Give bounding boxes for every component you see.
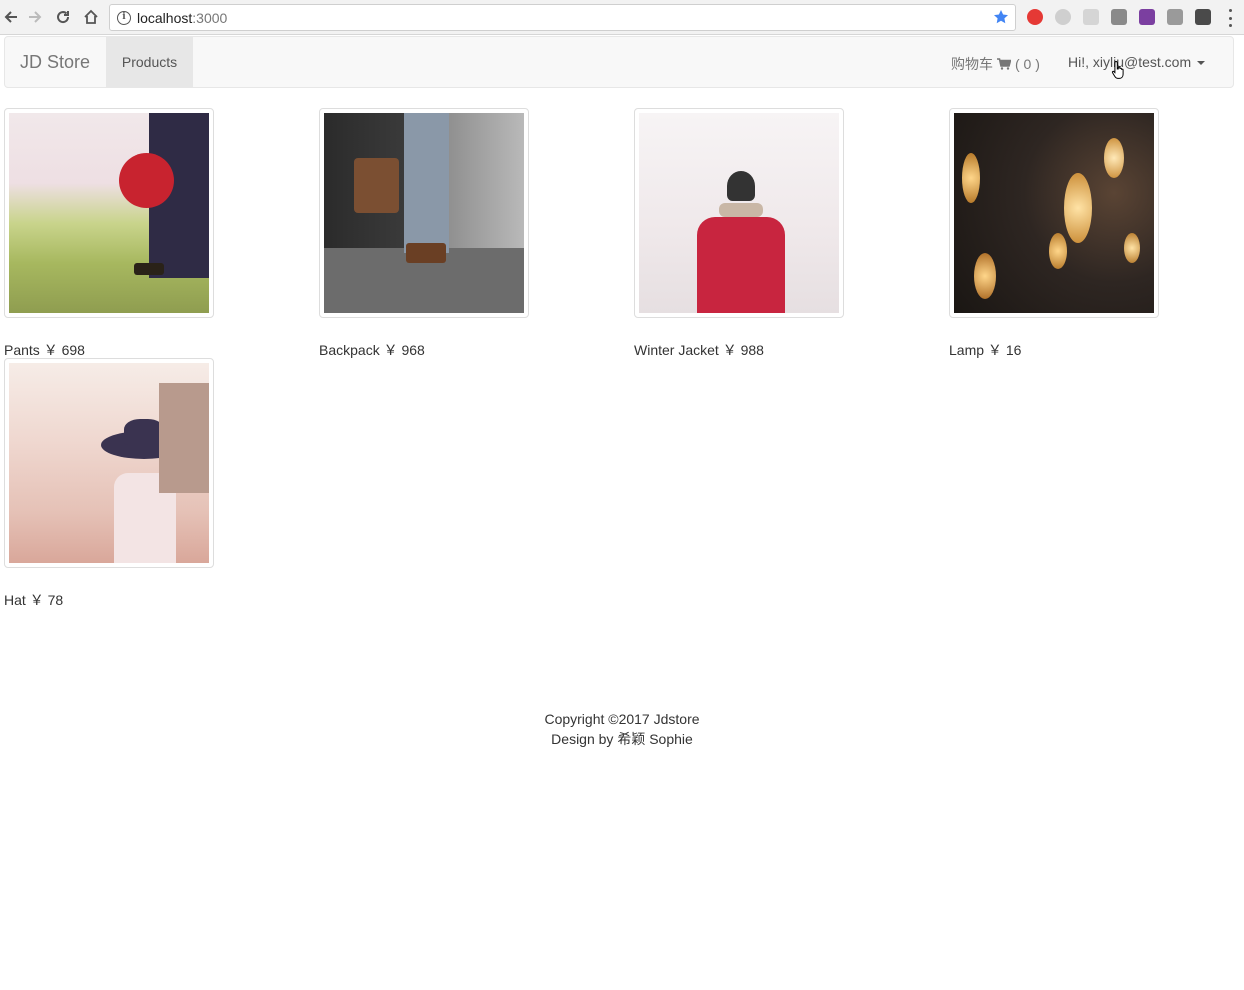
browser-menu-icon[interactable] (1226, 9, 1234, 27)
shopping-cart-icon (997, 58, 1011, 70)
site-navbar: JD Store Products 购物车 ( 0 ) Hi!, xiyliu@… (4, 36, 1234, 88)
product-thumbnail[interactable] (319, 108, 529, 318)
product-name[interactable]: Backpack (319, 342, 380, 358)
product-thumbnail[interactable] (4, 108, 214, 318)
winter-jacket-image (639, 113, 839, 313)
product-caption: Pants ￥ 698 (4, 340, 85, 360)
product-currency: ￥ (29, 592, 44, 608)
product-thumbnail[interactable] (634, 108, 844, 318)
home-icon[interactable] (80, 6, 102, 28)
product-caption: Winter Jacket ￥ 988 (634, 340, 764, 360)
product-price: 968 (401, 342, 425, 358)
cart-link[interactable]: 购物车 ( 0 ) (951, 54, 1040, 74)
product-thumbnail[interactable] (4, 358, 214, 568)
product-name[interactable]: Hat (4, 592, 26, 608)
user-greeting: Hi!, xiyliu@test.com (1068, 54, 1192, 70)
address-bar[interactable]: i localhost:3000 (109, 4, 1016, 31)
product-currency: ￥ (987, 342, 1002, 358)
camera-extension-icon[interactable] (1167, 9, 1183, 25)
skype-extension-icon[interactable] (1055, 9, 1071, 25)
nav-products-link[interactable]: Products (106, 37, 193, 87)
note-extension-icon[interactable] (1111, 9, 1127, 25)
backpack-image (324, 113, 524, 313)
product-price: 698 (61, 342, 85, 358)
caret-down-icon (1197, 61, 1206, 65)
footer-design-credit: Design by 希颖 Sophie (551, 731, 693, 747)
reload-icon[interactable] (52, 6, 74, 28)
product-name[interactable]: Pants (4, 342, 40, 358)
info-icon[interactable]: i (117, 11, 131, 25)
pants-image (9, 113, 209, 313)
back-arrow-icon[interactable] (0, 6, 22, 28)
hand-pointer-cursor-icon (1111, 60, 1124, 79)
product-caption: Backpack ￥ 968 (319, 340, 425, 360)
product-name[interactable]: Winter Jacket (634, 342, 719, 358)
hat-image (9, 363, 209, 563)
bookmark-star-icon[interactable] (993, 9, 1009, 25)
product-thumbnail[interactable] (949, 108, 1159, 318)
footer-copyright: Copyright ©2017 Jdstore (544, 711, 700, 727)
lamp-image (954, 113, 1154, 313)
cart-count: ( 0 ) (1015, 56, 1040, 72)
browser-toolbar: i localhost:3000 (0, 0, 1244, 35)
product-price: 16 (1005, 342, 1022, 358)
product-currency: ￥ (383, 342, 398, 358)
onenote-extension-icon[interactable] (1139, 9, 1155, 25)
user-dropdown-toggle[interactable]: Hi!, xiyliu@test.com (1068, 54, 1206, 70)
brand-link[interactable]: JD Store (20, 52, 90, 73)
cart-label: 购物车 (951, 56, 993, 72)
product-name[interactable]: Lamp (949, 342, 984, 358)
url-text: localhost:3000 (137, 10, 228, 26)
evernote-extension-icon[interactable] (1195, 9, 1211, 25)
product-caption: Hat ￥ 78 (4, 590, 63, 610)
product-currency: ￥ (43, 342, 58, 358)
shield-extension-icon[interactable] (1083, 9, 1099, 25)
forward-arrow-icon[interactable] (24, 6, 46, 28)
product-price: 988 (740, 342, 764, 358)
product-price: 78 (47, 592, 64, 608)
page-footer: Copyright ©2017 Jdstore Design by 希颖 Sop… (0, 709, 1244, 749)
opera-extension-icon[interactable] (1027, 9, 1043, 25)
product-currency: ￥ (722, 342, 737, 358)
product-caption: Lamp ￥ 16 (949, 340, 1021, 360)
